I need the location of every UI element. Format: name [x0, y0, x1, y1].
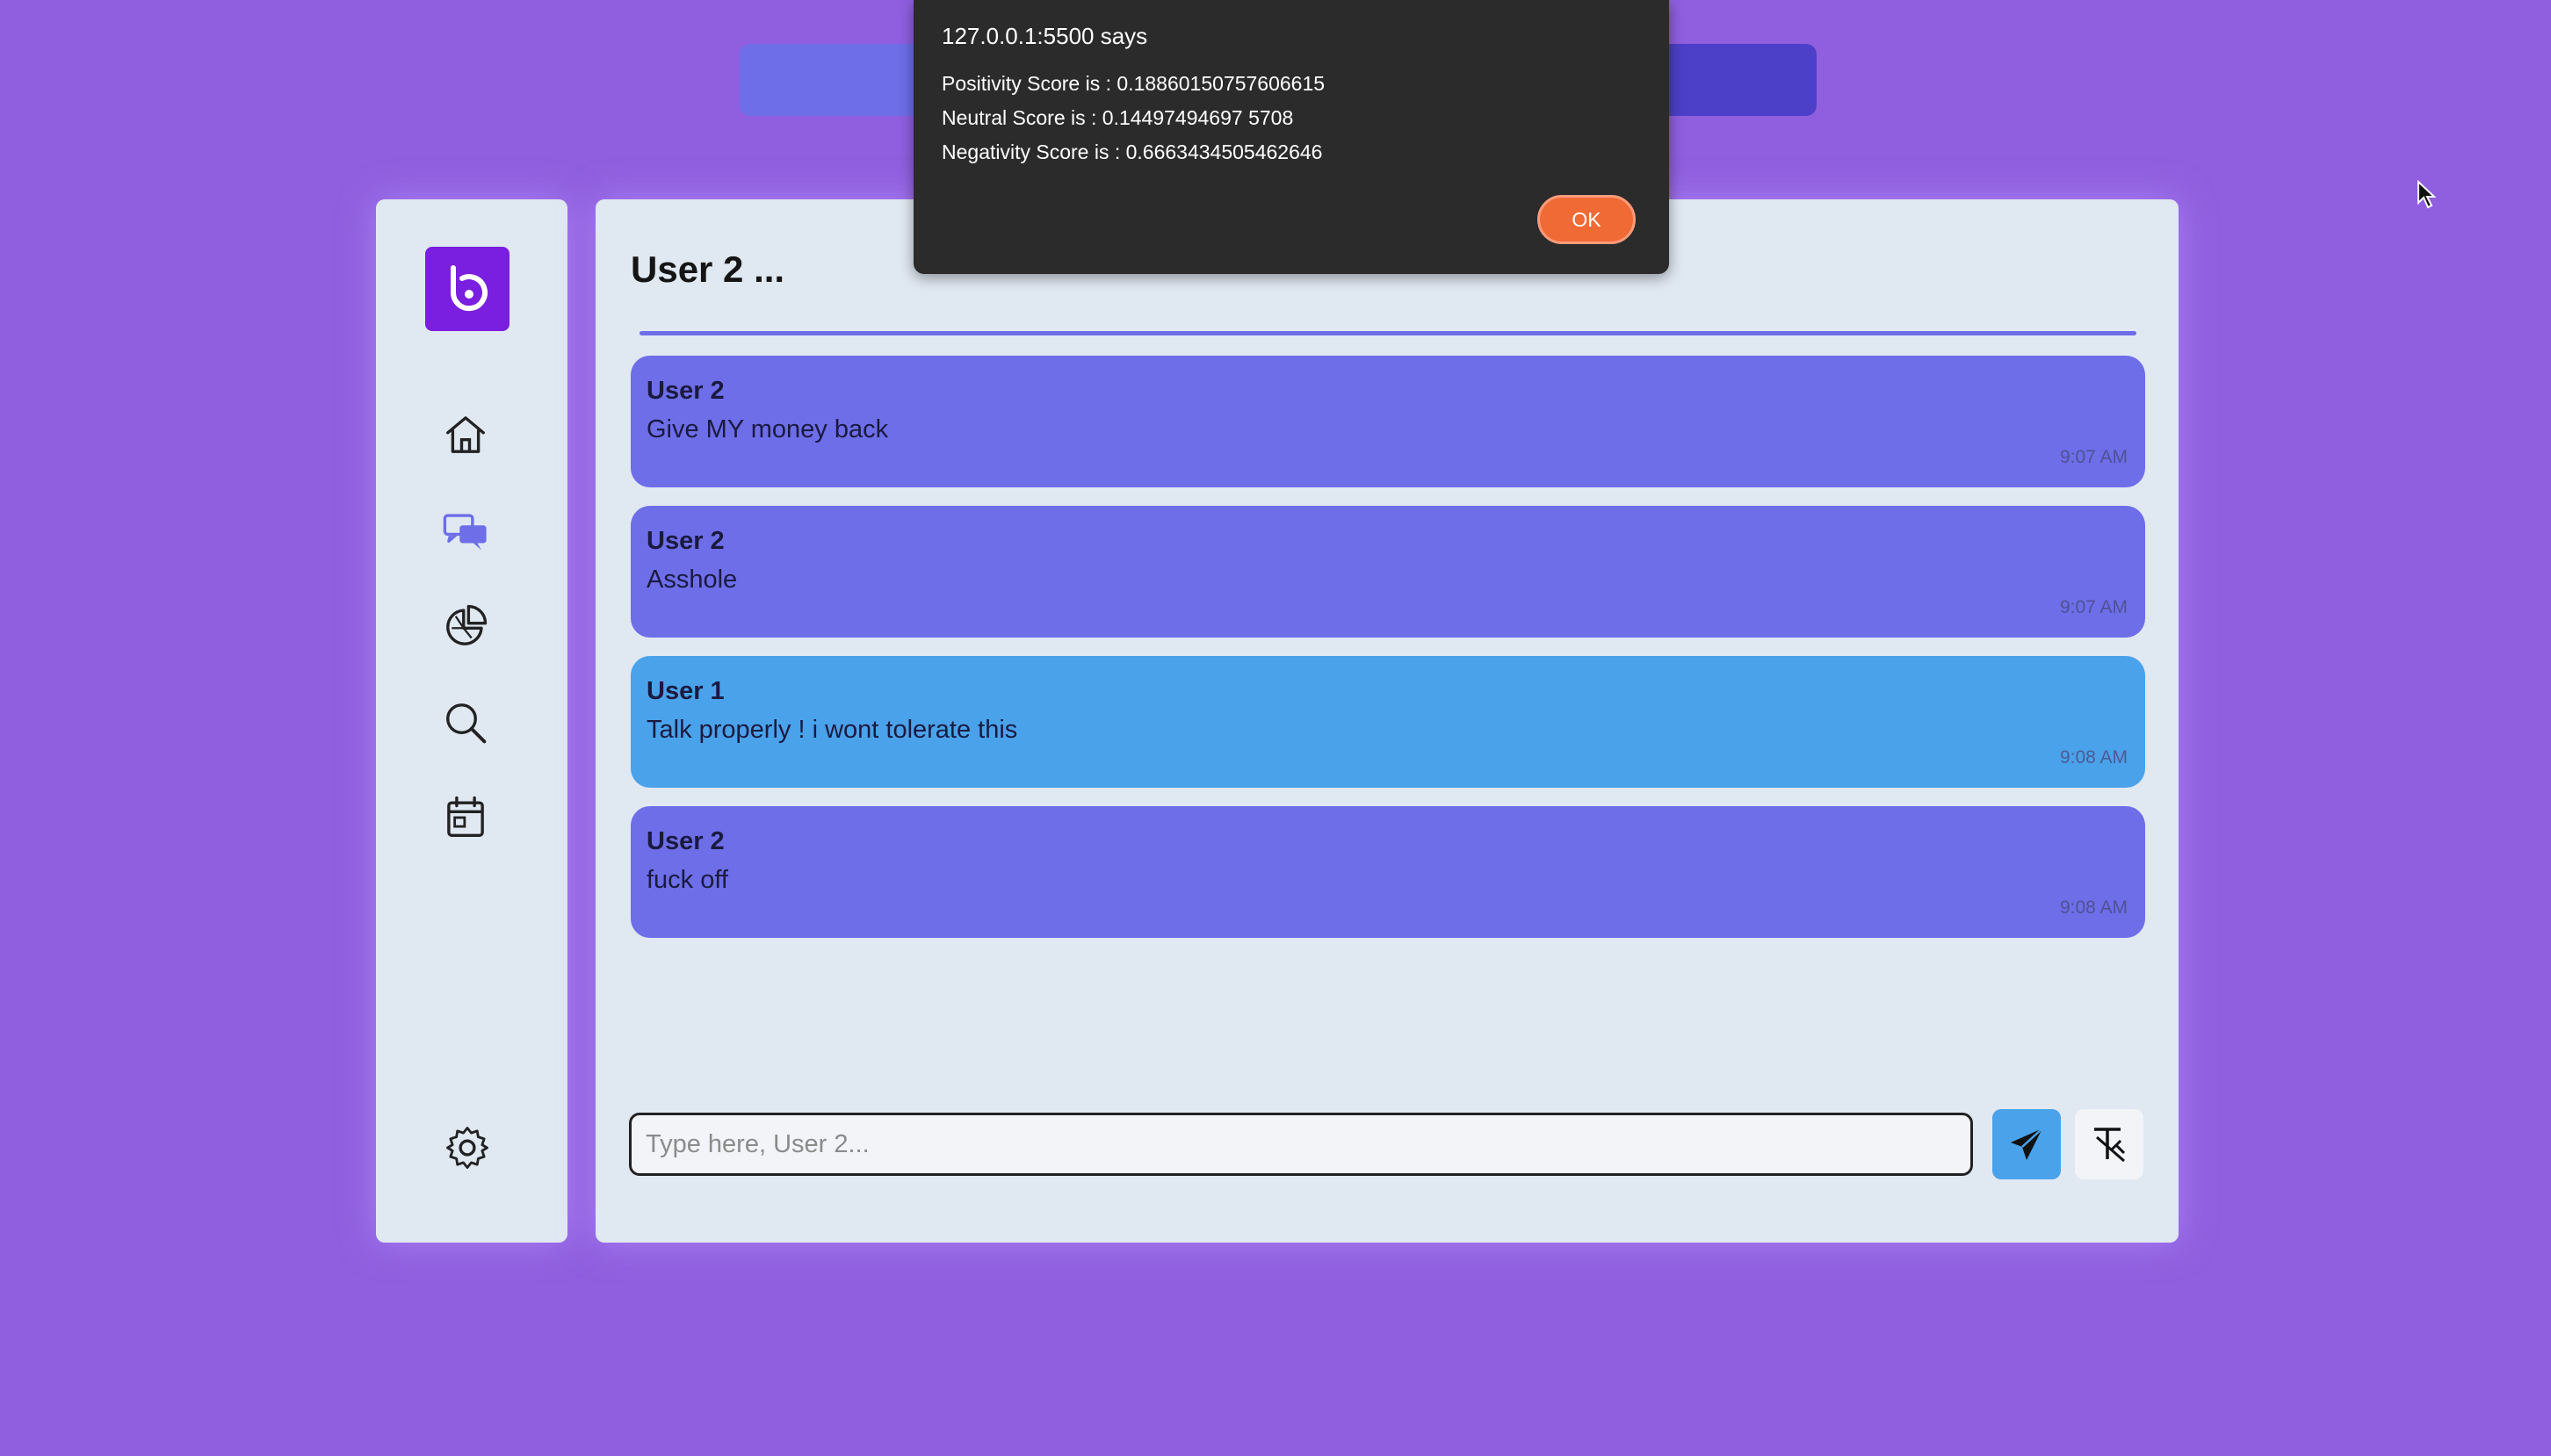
- message-sender: User 1: [647, 677, 725, 705]
- message-time: 9:07 AM: [2059, 597, 2128, 617]
- search-icon[interactable]: [441, 698, 490, 747]
- message-time: 9:08 AM: [2059, 747, 2128, 768]
- chat-title: User 2 ...: [631, 249, 785, 290]
- send-button[interactable]: [1992, 1109, 2061, 1179]
- divider: [640, 331, 2136, 335]
- message-time: 9:07 AM: [2059, 447, 2128, 467]
- dialog-title: 127.0.0.1:5500 says: [942, 23, 1148, 49]
- message-input[interactable]: [629, 1113, 1973, 1176]
- home-icon[interactable]: [441, 410, 490, 459]
- message-sender: User 2: [647, 377, 725, 405]
- clear-format-icon: [2094, 1128, 2126, 1163]
- logo-b-icon[interactable]: [425, 247, 509, 331]
- message-bubble: User 2 Asshole 9:07 AM: [631, 506, 2145, 638]
- neutral-score: Neutral Score is : 0.14497494697 5708: [942, 106, 1294, 129]
- message-sender: User 2: [647, 827, 725, 855]
- calendar-icon[interactable]: [441, 793, 490, 842]
- message-text: fuck off: [647, 866, 728, 894]
- chat-panel: User 2 ... User 2 Give MY money back 9:0…: [596, 199, 2179, 1243]
- negativity-score: Negativity Score is : 0.6663434505462646: [942, 141, 1323, 163]
- message-text: Give MY money back: [647, 415, 889, 443]
- message-sender: User 2: [647, 527, 725, 555]
- message-text: Asshole: [647, 566, 738, 594]
- message-time: 9:08 AM: [2059, 897, 2128, 918]
- message-bubble: User 1 Talk properly ! i wont tolerate t…: [631, 656, 2145, 788]
- message-text: Talk properly ! i wont tolerate this: [647, 716, 1018, 744]
- gear-icon[interactable]: [443, 1123, 492, 1172]
- ok-button[interactable]: OK: [1537, 195, 1636, 244]
- chat-icon[interactable]: [441, 507, 490, 556]
- positivity-score: Positivity Score is : 0.1886015075760661…: [942, 72, 1326, 95]
- sidebar: [376, 199, 567, 1243]
- send-icon: [2011, 1128, 2043, 1160]
- pie-chart-icon[interactable]: [441, 602, 490, 651]
- mouse-cursor-icon: [2417, 180, 2437, 209]
- clear-format-button[interactable]: [2075, 1109, 2143, 1179]
- message-bubble: User 2 Give MY money back 9:07 AM: [631, 356, 2145, 487]
- alert-dialog: 127.0.0.1:5500 says Positivity Score is …: [914, 0, 1669, 274]
- message-bubble: User 2 fuck off 9:08 AM: [631, 806, 2145, 938]
